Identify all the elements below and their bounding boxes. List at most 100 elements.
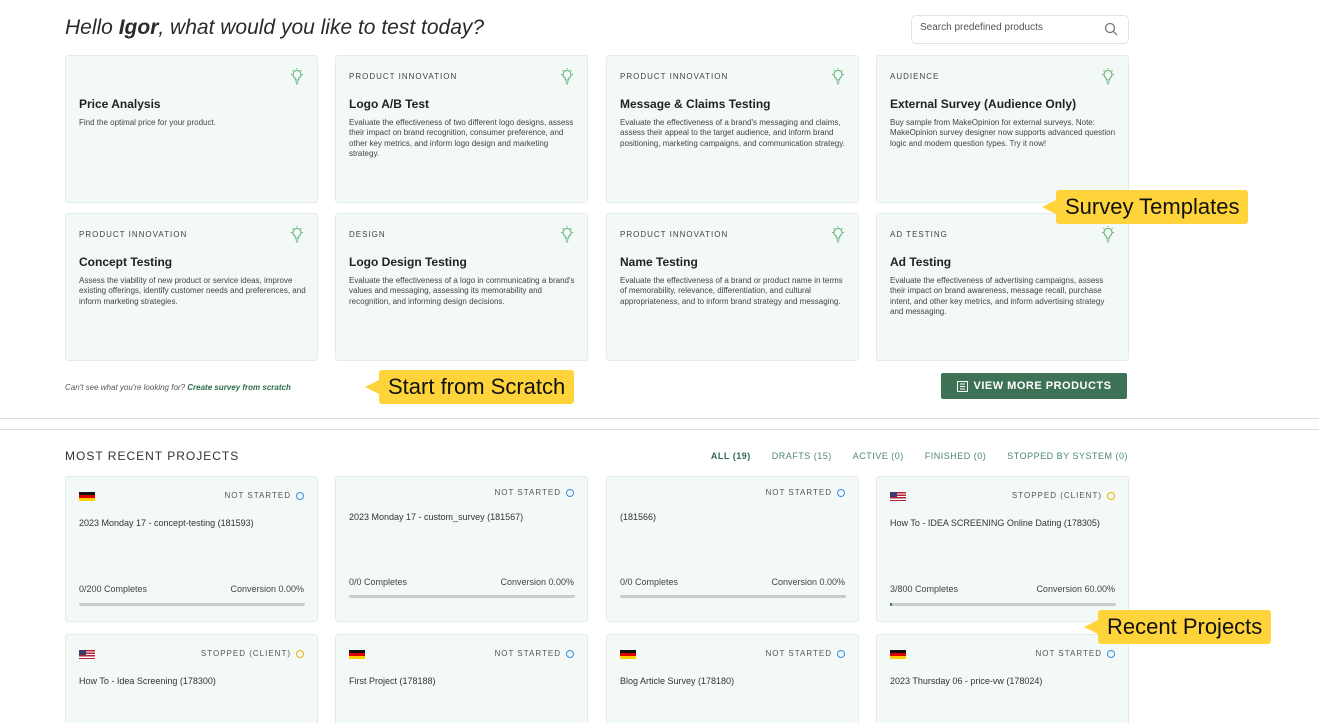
lightbulb-icon (560, 68, 574, 86)
create-from-scratch-link[interactable]: Create survey from scratch (187, 383, 291, 392)
template-category: DESIGN (349, 230, 386, 239)
progress-bar (620, 595, 846, 598)
view-more-products-button[interactable]: VIEW MORE PRODUCTS (941, 373, 1127, 399)
template-title: Concept Testing (79, 255, 173, 269)
project-card[interactable]: STOPPED (CLIENT) How To - IDEA SCREENING … (876, 476, 1129, 622)
filter-tab[interactable]: STOPPED BY SYSTEM (0) (1007, 451, 1128, 461)
divider (0, 429, 1319, 430)
project-card[interactable]: NOT STARTED First Project (178188) (335, 634, 588, 723)
progress-bar (349, 595, 575, 598)
template-card[interactable]: PRODUCT INNOVATION Logo A/B Test Evaluate … (335, 55, 588, 203)
template-card[interactable]: PRODUCT INNOVATION Name Testing Evaluate t… (606, 213, 859, 361)
filter-tab[interactable]: DRAFTS (15) (772, 451, 832, 461)
template-card[interactable]: PRODUCT INNOVATION Concept Testing Assess … (65, 213, 318, 361)
template-card[interactable]: AUDIENCE External Survey (Audience Only) B… (876, 55, 1129, 203)
status-badge: NOT STARTED (765, 488, 845, 497)
conversion-rate: Conversion 60.00% (1036, 584, 1115, 594)
status-dot-icon (296, 649, 304, 658)
project-card[interactable]: NOT STARTED 2023 Monday 17 - concept-test… (65, 476, 318, 622)
project-name: 2023 Monday 17 - custom_survey (181567) (349, 512, 524, 522)
status-label: STOPPED (CLIENT) (1011, 491, 1102, 500)
status-badge: NOT STARTED (1035, 649, 1115, 658)
status-dot-icon (566, 488, 574, 497)
status-badge: NOT STARTED (494, 488, 574, 497)
progress-bar (79, 603, 305, 606)
project-name: (181566) (620, 512, 657, 522)
project-filters: ALL (19) DRAFTS (15) ACTIVE (0) FINISHED (0… (711, 451, 1128, 461)
country-flag-icon (79, 492, 95, 501)
template-card[interactable]: Price Analysis Find the optimal price for… (65, 55, 318, 203)
template-category: PRODUCT INNOVATION (620, 230, 729, 239)
status-label: NOT STARTED (765, 649, 832, 658)
template-description: Buy sample from MakeOpinion for external… (890, 118, 1116, 148)
filter-tab[interactable]: ACTIVE (0) (853, 451, 904, 461)
recent-projects-title: MOST RECENT PROJECTS (65, 449, 240, 463)
status-badge: STOPPED (CLIENT) (1012, 491, 1115, 500)
project-name: How To - Idea Screening (178300) (79, 676, 216, 686)
project-card[interactable]: NOT STARTED 2023 Monday 17 - custom_surve… (335, 476, 588, 622)
country-flag-icon (890, 492, 906, 501)
country-flag-icon (79, 650, 95, 659)
conversion-rate: Conversion 0.00% (500, 577, 574, 587)
divider (0, 418, 1319, 419)
template-description: Evaluate the effectiveness of two differ… (349, 118, 574, 159)
status-dot-icon (1107, 649, 1115, 658)
status-label: NOT STARTED (765, 488, 832, 497)
status-dot-icon (1107, 491, 1115, 500)
filter-tab[interactable]: FINISHED (0) (925, 451, 987, 461)
callout-survey-templates: Survey Templates (1056, 190, 1249, 224)
completes-count: 3/800 Completes (890, 584, 959, 594)
template-card[interactable]: DESIGN Logo Design Testing Evaluate the ef… (335, 213, 588, 361)
completes-count: 0/0 Completes (620, 577, 679, 587)
status-label: NOT STARTED (224, 491, 291, 500)
template-description: Evaluate the effectiveness of a logo in … (349, 276, 575, 306)
status-dot-icon (566, 649, 574, 658)
filter-tab[interactable]: ALL (19) (711, 451, 751, 461)
project-name: First Project (178188) (349, 676, 436, 686)
view-more-label: VIEW MORE PRODUCTS (973, 380, 1112, 392)
template-card[interactable]: AD TESTING Ad Testing Evaluate the effecti… (876, 213, 1129, 361)
callout-recent-projects: Recent Projects (1098, 610, 1272, 644)
lightbulb-icon (1101, 226, 1115, 244)
status-badge: NOT STARTED (224, 491, 304, 500)
lightbulb-icon (1101, 68, 1115, 86)
status-dot-icon (296, 491, 304, 500)
country-flag-icon (620, 650, 636, 659)
template-category: AD TESTING (890, 230, 948, 239)
project-card[interactable]: NOT STARTED Blog Article Survey (178180) (606, 634, 859, 723)
template-title: Logo A/B Test (349, 97, 429, 111)
template-title: Name Testing (620, 255, 698, 269)
search-box[interactable] (911, 15, 1129, 44)
callout-start-from-scratch: Start from Scratch (379, 370, 575, 404)
project-name: Blog Article Survey (178180) (620, 676, 735, 686)
search-input[interactable] (920, 22, 1090, 33)
template-description: Evaluate the effectiveness of a brand's … (620, 118, 845, 148)
country-flag-icon (349, 650, 365, 659)
user-name: Igor (118, 16, 159, 39)
lightbulb-icon (831, 226, 845, 244)
project-card[interactable]: NOT STARTED 2023 Thursday 06 - price-vw (… (876, 634, 1129, 723)
project-name: 2023 Thursday 06 - price-vw (178024) (890, 676, 1043, 686)
template-title: Price Analysis (79, 97, 161, 111)
status-badge: NOT STARTED (765, 649, 845, 658)
lightbulb-icon (560, 226, 574, 244)
search-icon[interactable] (1104, 22, 1118, 36)
project-card[interactable]: STOPPED (CLIENT) How To - Idea Screening … (65, 634, 318, 723)
progress-fill (890, 603, 893, 606)
lightbulb-icon (290, 68, 304, 86)
completes-count: 0/200 Completes (79, 584, 148, 594)
greeting-heading: Hello Igor, what would you like to test … (65, 16, 484, 40)
scratch-prompt: Can't see what you're looking for? Creat… (65, 383, 291, 392)
status-label: NOT STARTED (494, 488, 561, 497)
products-icon (956, 380, 968, 392)
template-card[interactable]: PRODUCT INNOVATION Message & Claims Testi… (606, 55, 859, 203)
project-card[interactable]: NOT STARTED (181566) 0/0 Completes Conversi… (606, 476, 859, 622)
country-flag-icon (890, 650, 906, 659)
status-label: NOT STARTED (494, 649, 561, 658)
status-dot-icon (837, 649, 845, 658)
lightbulb-icon (290, 226, 304, 244)
status-dot-icon (837, 488, 845, 497)
lightbulb-icon (831, 68, 845, 86)
scratch-prefix: Can't see what you're looking for? (65, 383, 188, 392)
template-title: Logo Design Testing (349, 255, 467, 269)
